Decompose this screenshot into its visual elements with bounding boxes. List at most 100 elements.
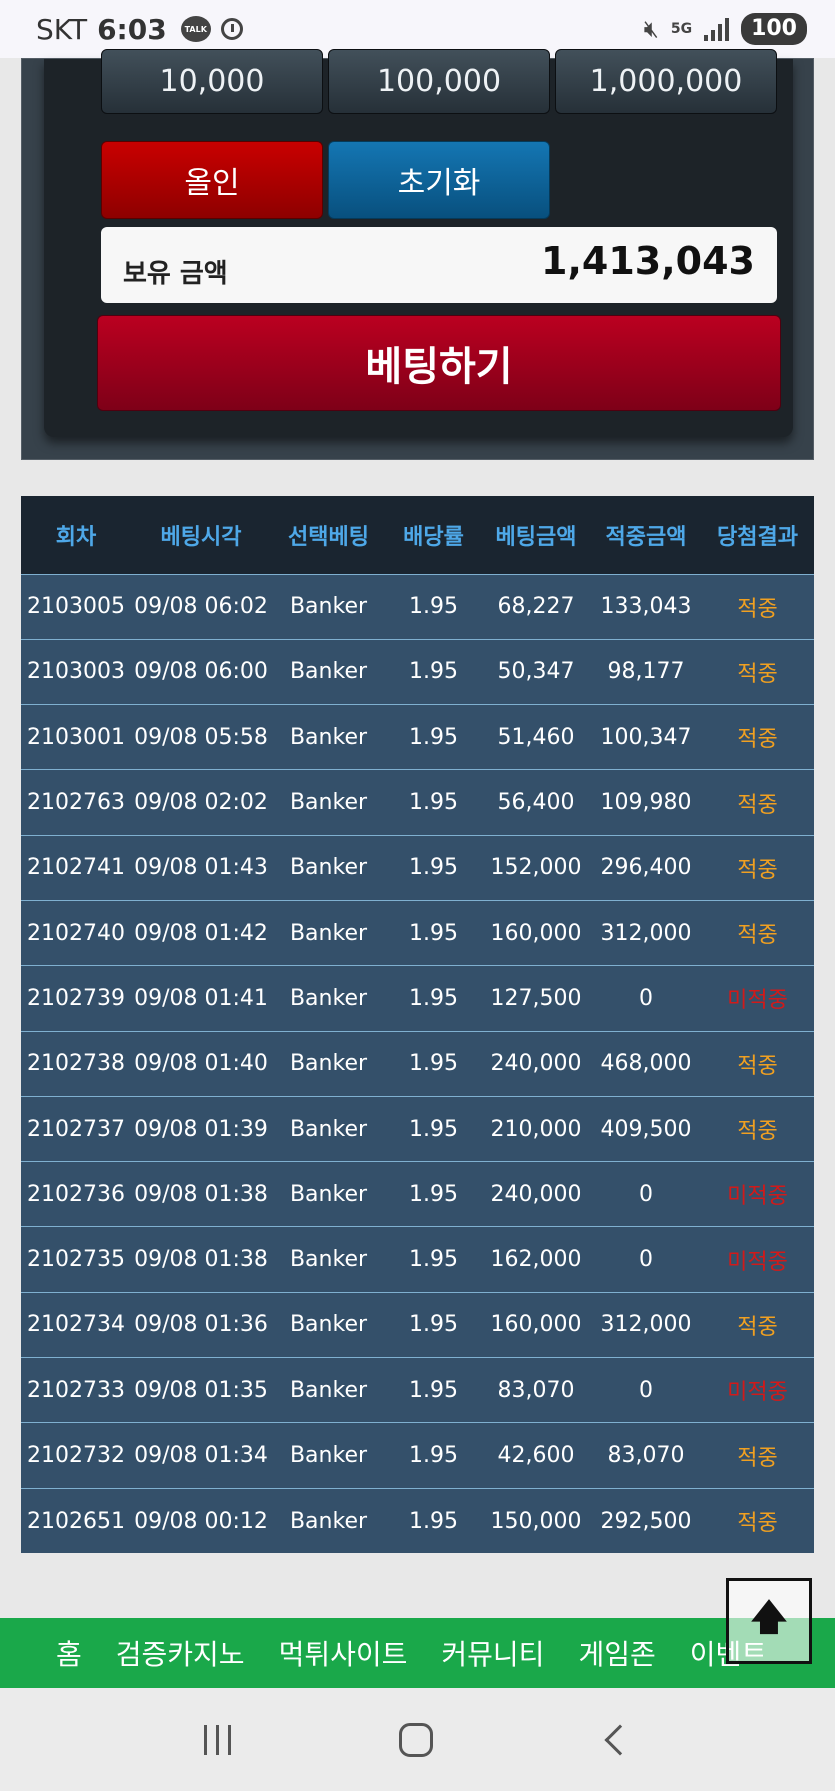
cell-bet-amount: 240,000 [481, 1030, 591, 1097]
recent-apps-icon[interactable] [204, 1724, 231, 1755]
cell-bet-amount: 127,500 [481, 965, 591, 1032]
reset-button[interactable]: 초기화 [328, 141, 550, 219]
network-icon: 5G [670, 21, 693, 37]
cell-bet-time: 09/08 01:39 [131, 1095, 271, 1162]
chip-button-10000[interactable]: 10,000 [101, 49, 323, 114]
all-in-button[interactable]: 올인 [101, 141, 323, 219]
cell-odds: 1.95 [386, 769, 481, 836]
cell-odds: 1.95 [386, 1226, 481, 1293]
cell-win-amount: 83,070 [591, 1422, 701, 1489]
cell-odds: 1.95 [386, 1487, 481, 1554]
cell-odds: 1.95 [386, 1357, 481, 1423]
cell-round: 2103001 [21, 704, 131, 770]
cell-win-amount: 0 [591, 965, 701, 1032]
table-row: 2102741 09/08 01:43 Banker 1.95 152,000 296,4… [21, 834, 814, 901]
cell-win-amount: 409,500 [591, 1095, 701, 1162]
cell-odds: 1.95 [386, 704, 481, 770]
site-nav-bar: 홈 검증카지노 먹튀사이트 커뮤니티 게임존 이벤트 [0, 1618, 835, 1688]
nav-item-game-zone[interactable]: 게임존 [578, 1633, 655, 1673]
cell-win-amount: 468,000 [591, 1030, 701, 1097]
cell-bet-time: 09/08 02:02 [131, 769, 271, 836]
table-row: 2102739 09/08 01:41 Banker 1.95 127,500 0 미적중 [21, 965, 814, 1032]
home-icon[interactable] [399, 1722, 433, 1757]
cell-bet-amount: 56,400 [481, 769, 591, 836]
cell-odds: 1.95 [386, 1422, 481, 1489]
nav-item-home[interactable]: 홈 [56, 1633, 82, 1673]
cell-win-amount: 292,500 [591, 1487, 701, 1554]
signal-icon [704, 17, 730, 41]
cell-result: 적중 [701, 704, 814, 770]
table-row: 2103001 09/08 05:58 Banker 1.95 51,460 100,34… [21, 704, 814, 770]
cell-pick: Banker [271, 1487, 386, 1554]
cell-odds: 1.95 [386, 1030, 481, 1097]
table-row: 2102734 09/08 01:36 Banker 1.95 160,000 312,0… [21, 1291, 814, 1358]
balance-value: 1,413,043 [541, 239, 755, 283]
cell-round: 2102732 [21, 1422, 131, 1489]
cell-win-amount: 98,177 [591, 638, 701, 705]
cell-pick: Banker [271, 1357, 386, 1423]
cell-bet-amount: 50,347 [481, 638, 591, 705]
header-bet-time: 베팅시각 [131, 496, 271, 575]
cell-bet-amount: 162,000 [481, 1226, 591, 1293]
nav-item-community[interactable]: 커뮤니티 [441, 1633, 544, 1673]
cell-win-amount: 0 [591, 1226, 701, 1293]
cell-bet-time: 09/08 01:42 [131, 899, 271, 966]
cell-win-amount: 100,347 [591, 704, 701, 770]
cell-bet-time: 09/08 00:12 [131, 1487, 271, 1554]
cell-win-amount: 109,980 [591, 769, 701, 836]
cell-result: 미적중 [701, 1161, 814, 1227]
table-header-row: 회차 베팅시각 선택베팅 배당률 베팅금액 적중금액 당첨결과 [21, 496, 814, 575]
cell-result: 적중 [701, 638, 814, 705]
cell-pick: Banker [271, 834, 386, 901]
chip-button-100000[interactable]: 100,000 [328, 49, 550, 114]
cell-win-amount: 0 [591, 1161, 701, 1227]
cell-result: 적중 [701, 1095, 814, 1162]
cell-bet-amount: 51,460 [481, 704, 591, 770]
header-pick: 선택베팅 [271, 496, 386, 575]
place-bet-button[interactable]: 베팅하기 [97, 315, 781, 411]
scroll-top-button[interactable]: 🡅 [726, 1578, 812, 1664]
nav-item-verified-casino[interactable]: 검증카지노 [116, 1633, 245, 1673]
bet-panel: 10,000 100,000 1,000,000 올인 초기화 보유 금액 1,… [21, 49, 814, 460]
cell-result: 적중 [701, 899, 814, 966]
cell-odds: 1.95 [386, 638, 481, 705]
cell-bet-time: 09/08 01:38 [131, 1226, 271, 1293]
table-row: 2102738 09/08 01:40 Banker 1.95 240,000 468,0… [21, 1030, 814, 1097]
cell-bet-time: 09/08 01:36 [131, 1291, 271, 1358]
cell-odds: 1.95 [386, 1291, 481, 1358]
cell-odds: 1.95 [386, 573, 481, 640]
cell-odds: 1.95 [386, 965, 481, 1032]
bet-panel-inner: 10,000 100,000 1,000,000 올인 초기화 보유 금액 1,… [44, 49, 793, 437]
cell-win-amount: 312,000 [591, 1291, 701, 1358]
cell-round: 2102651 [21, 1487, 131, 1554]
cell-pick: Banker [271, 704, 386, 770]
nav-item-scam-sites[interactable]: 먹튀사이트 [279, 1633, 408, 1673]
cell-round: 2102740 [21, 899, 131, 966]
back-icon[interactable] [604, 1723, 636, 1756]
cell-result: 적중 [701, 573, 814, 640]
cell-win-amount: 296,400 [591, 834, 701, 901]
table-row: 2102736 09/08 01:38 Banker 1.95 240,000 0 미적중 [21, 1161, 814, 1227]
cell-pick: Banker [271, 1161, 386, 1227]
cell-bet-amount: 42,600 [481, 1422, 591, 1489]
cell-result: 적중 [701, 1030, 814, 1097]
alarm-icon [220, 18, 243, 40]
cell-result: 적중 [701, 769, 814, 836]
cell-pick: Banker [271, 1422, 386, 1489]
cell-odds: 1.95 [386, 1095, 481, 1162]
cell-bet-amount: 83,070 [481, 1357, 591, 1423]
table-row: 2102732 09/08 01:34 Banker 1.95 42,600 83,070… [21, 1422, 814, 1489]
chip-button-1000000[interactable]: 1,000,000 [555, 49, 777, 114]
header-round: 회차 [21, 496, 131, 575]
table-row: 2102737 09/08 01:39 Banker 1.95 210,000 409,5… [21, 1095, 814, 1162]
cell-result: 미적중 [701, 1357, 814, 1423]
cell-bet-amount: 160,000 [481, 1291, 591, 1358]
cell-result: 적중 [701, 1422, 814, 1489]
table-row: 2102740 09/08 01:42 Banker 1.95 160,000 312,0… [21, 899, 814, 966]
cell-round: 2103005 [21, 573, 131, 640]
cell-result: 적중 [701, 1291, 814, 1358]
cell-bet-amount: 160,000 [481, 899, 591, 966]
cell-bet-time: 09/08 01:41 [131, 965, 271, 1032]
cell-pick: Banker [271, 1226, 386, 1293]
cell-odds: 1.95 [386, 899, 481, 966]
